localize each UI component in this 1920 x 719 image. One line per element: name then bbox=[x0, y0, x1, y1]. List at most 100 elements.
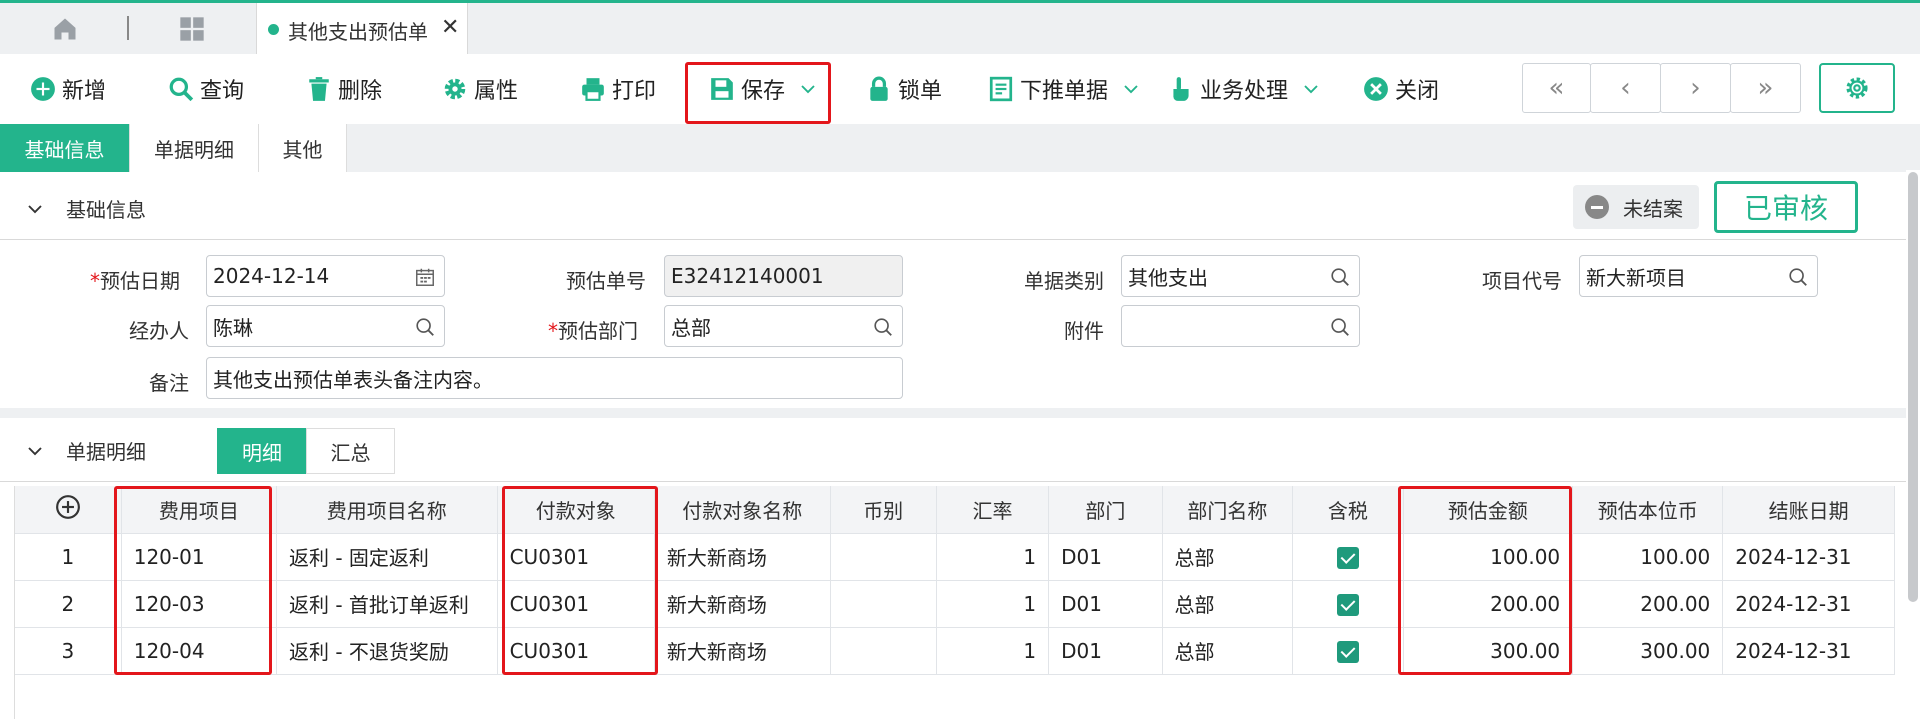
cell-close-date[interactable]: 2024-12-31 bbox=[1722, 627, 1895, 675]
handler-field[interactable]: 陈琳 bbox=[206, 305, 445, 347]
column-highlight-box bbox=[1398, 486, 1572, 675]
project-code-field[interactable]: 新大新项目 bbox=[1579, 255, 1818, 297]
print-button[interactable]: 打印 bbox=[580, 54, 656, 124]
cell-dept[interactable]: D01 bbox=[1048, 533, 1163, 581]
cell-close-date[interactable]: 2024-12-31 bbox=[1722, 533, 1895, 581]
business-process-button[interactable]: 业务处理 bbox=[1168, 54, 1320, 124]
table-row[interactable]: 3 120-04 返利 - 不退货奖励 CU0301 新大新商场 1 D01 总… bbox=[15, 627, 1895, 675]
settings-button[interactable] bbox=[1819, 63, 1895, 113]
tax-checkbox[interactable] bbox=[1336, 640, 1359, 663]
gear-icon bbox=[444, 78, 466, 100]
col-header[interactable]: 币别 bbox=[830, 486, 937, 534]
col-header[interactable]: 部门 bbox=[1048, 486, 1163, 534]
order-no-label: 预估单号 bbox=[566, 269, 646, 293]
tax-checkbox[interactable] bbox=[1336, 593, 1359, 616]
cell-tax[interactable] bbox=[1292, 627, 1404, 675]
document-tab[interactable]: 其他支出预估单 ✕ bbox=[256, 3, 468, 57]
cell-rate[interactable]: 1 bbox=[936, 580, 1050, 628]
col-header[interactable]: 结账日期 bbox=[1722, 486, 1895, 534]
chevron-down-icon[interactable] bbox=[1122, 80, 1140, 98]
tab-basic-info[interactable]: 基础信息 bbox=[0, 124, 130, 172]
detail-table: 费用项目 费用项目名称 付款对象 付款对象名称 币别 汇率 部门 部门名称 含税… bbox=[15, 486, 1895, 675]
home-icon[interactable] bbox=[50, 15, 80, 43]
cell-item-name[interactable]: 返利 - 不退货奖励 bbox=[276, 627, 498, 675]
add-row-icon[interactable] bbox=[55, 494, 81, 520]
cell-item-name[interactable]: 返利 - 固定返利 bbox=[276, 533, 498, 581]
collapse-chevron-icon[interactable] bbox=[26, 200, 44, 218]
col-header[interactable]: 预估本位币 bbox=[1572, 486, 1724, 534]
cell-dept-name[interactable]: 总部 bbox=[1162, 580, 1294, 628]
last-record-button[interactable]: » bbox=[1730, 63, 1801, 113]
next-record-button[interactable]: › bbox=[1660, 63, 1731, 113]
approval-stamp: 已审核 bbox=[1714, 181, 1858, 233]
row-number: 1 bbox=[15, 533, 122, 581]
cell-dept[interactable]: D01 bbox=[1048, 627, 1163, 675]
lock-button[interactable]: 锁单 bbox=[866, 54, 942, 124]
table-row[interactable]: 1 120-01 返利 - 固定返利 CU0301 新大新商场 1 D01 总部… bbox=[15, 533, 1895, 581]
cell-currency[interactable] bbox=[830, 627, 937, 675]
dept-field[interactable]: 总部 bbox=[664, 305, 903, 347]
cell-dept[interactable]: D01 bbox=[1048, 580, 1163, 628]
cell-currency[interactable] bbox=[830, 580, 937, 628]
cell-currency[interactable] bbox=[830, 533, 937, 581]
col-header[interactable]: 汇率 bbox=[936, 486, 1050, 534]
table-header-row: 费用项目 费用项目名称 付款对象 付款对象名称 币别 汇率 部门 部门名称 含税… bbox=[15, 486, 1895, 534]
seg-summary[interactable]: 汇总 bbox=[306, 428, 395, 474]
tax-checkbox[interactable] bbox=[1336, 546, 1359, 569]
col-header[interactable]: 费用项目名称 bbox=[276, 486, 498, 534]
cell-payee-name[interactable]: 新大新商场 bbox=[654, 627, 831, 675]
search-icon[interactable] bbox=[414, 316, 436, 338]
cell-tax[interactable] bbox=[1292, 580, 1404, 628]
tab-other[interactable]: 其他 bbox=[259, 124, 347, 172]
doc-type-field[interactable]: 其他支出 bbox=[1121, 255, 1360, 297]
project-code-label: 项目代号 bbox=[1482, 269, 1562, 293]
cell-tax[interactable] bbox=[1292, 533, 1404, 581]
attachment-field[interactable] bbox=[1121, 305, 1360, 347]
doc-type-label: 单据类别 bbox=[1024, 269, 1104, 293]
col-header[interactable]: 付款对象名称 bbox=[654, 486, 831, 534]
grid-menu-icon[interactable] bbox=[178, 15, 206, 43]
cell-payee-name[interactable]: 新大新商场 bbox=[654, 533, 831, 581]
cell-dept-name[interactable]: 总部 bbox=[1162, 627, 1294, 675]
close-button[interactable]: 关闭 bbox=[1363, 54, 1439, 124]
remark-field[interactable]: 其他支出预估单表头备注内容。 bbox=[206, 357, 903, 399]
dept-label: *预估部门 bbox=[548, 319, 638, 343]
cell-base-amount[interactable]: 200.00 bbox=[1572, 580, 1724, 628]
first-record-button[interactable]: « bbox=[1522, 63, 1591, 113]
cell-base-amount[interactable]: 100.00 bbox=[1572, 533, 1724, 581]
query-button[interactable]: 查询 bbox=[168, 54, 244, 124]
col-header[interactable]: 部门名称 bbox=[1162, 486, 1294, 534]
cell-dept-name[interactable]: 总部 bbox=[1162, 533, 1294, 581]
tab-document-detail[interactable]: 单据明细 bbox=[130, 124, 259, 172]
calendar-icon[interactable] bbox=[414, 266, 436, 288]
row-number: 2 bbox=[15, 580, 122, 628]
search-icon[interactable] bbox=[1787, 266, 1809, 288]
push-down-button-label: 下推单据 bbox=[1020, 79, 1109, 104]
cell-base-amount[interactable]: 300.00 bbox=[1572, 627, 1724, 675]
cell-rate[interactable]: 1 bbox=[936, 627, 1050, 675]
cell-item-name[interactable]: 返利 - 首批订单返利 bbox=[276, 580, 498, 628]
date-field[interactable]: 2024-12-14 bbox=[206, 255, 445, 297]
prev-record-button[interactable]: ‹ bbox=[1590, 63, 1661, 113]
push-down-button[interactable]: 下推单据 bbox=[988, 54, 1140, 124]
scrollbar-thumb[interactable] bbox=[1908, 172, 1918, 602]
collapse-chevron-icon[interactable] bbox=[26, 442, 44, 460]
search-icon[interactable] bbox=[1329, 316, 1351, 338]
add-button[interactable]: 新增 bbox=[30, 54, 106, 124]
close-tab-icon[interactable]: ✕ bbox=[441, 15, 459, 40]
properties-button[interactable]: 属性 bbox=[442, 54, 518, 124]
search-icon[interactable] bbox=[1329, 266, 1351, 288]
col-header[interactable]: 含税 bbox=[1292, 486, 1404, 534]
search-icon bbox=[169, 77, 194, 102]
seg-detail[interactable]: 明细 bbox=[217, 428, 307, 474]
cell-close-date[interactable]: 2024-12-31 bbox=[1722, 580, 1895, 628]
table-row[interactable]: 2 120-03 返利 - 首批订单返利 CU0301 新大新商场 1 D01 … bbox=[15, 580, 1895, 628]
top-tab-bar: 其他支出预估单 ✕ bbox=[0, 0, 1920, 57]
chevron-down-icon[interactable] bbox=[1302, 80, 1320, 98]
cell-rate[interactable]: 1 bbox=[936, 533, 1050, 581]
print-button-label: 打印 bbox=[612, 79, 657, 104]
cell-payee-name[interactable]: 新大新商场 bbox=[654, 580, 831, 628]
add-row-header[interactable] bbox=[15, 486, 122, 534]
delete-button[interactable]: 删除 bbox=[306, 54, 382, 124]
search-icon[interactable] bbox=[872, 316, 894, 338]
